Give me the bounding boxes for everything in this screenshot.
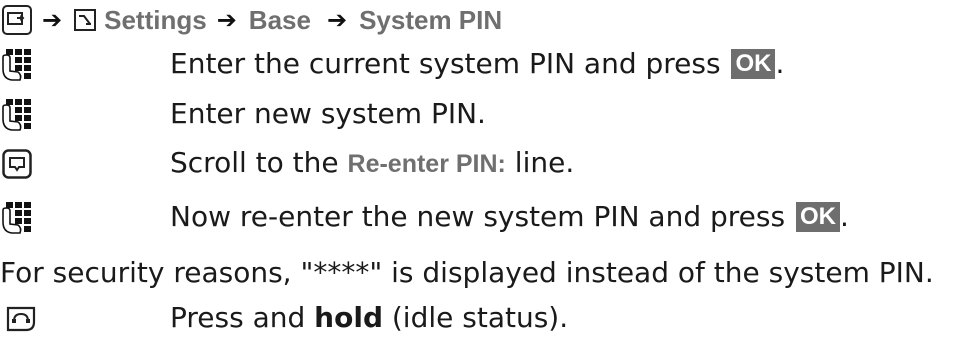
step-text: Scroll to the Re-enter PIN: line. (170, 146, 575, 179)
step-text: Enter the current system PIN and press O… (170, 47, 785, 80)
breadcrumb-settings: Settings (104, 5, 207, 35)
arrow-icon: ➔ (42, 6, 63, 34)
breadcrumb: ➔ Settings ➔ Base ➔ System PIN (0, 0, 502, 40)
step-text: Enter new system PIN. (170, 97, 486, 130)
menu-entry-re-enter-pin: Re-enter PIN: (347, 150, 506, 178)
step-re-enter-pin: Now re-enter the new system PIN and pres… (0, 197, 849, 237)
step-enter-new-pin: Enter new system PIN. (0, 94, 486, 134)
step-enter-current-pin: Enter the current system PIN and press O… (0, 44, 784, 84)
keypad-icon (2, 202, 31, 234)
keypad-icon (2, 49, 31, 81)
ok-softkey: OK (731, 49, 776, 79)
breadcrumb-system-pin: System PIN (359, 5, 503, 35)
breadcrumb-base: Base (248, 5, 311, 35)
ok-softkey: OK (795, 202, 840, 232)
step-scroll: Scroll to the Re-enter PIN: line. (0, 143, 574, 184)
arrow-icon: ➔ (326, 6, 348, 34)
menu-key-icon (2, 5, 32, 35)
end-call-key-icon (6, 306, 36, 332)
security-note: For security reasons, "****" is displaye… (0, 256, 934, 289)
arrow-icon: ➔ (216, 6, 237, 34)
step-text: Now re-enter the new system PIN and pres… (170, 200, 849, 233)
keypad-icon (2, 99, 31, 131)
control-key-down-icon (2, 148, 32, 179)
settings-icon (74, 9, 97, 31)
step-text: Press and hold (idle status). (170, 301, 569, 334)
step-press-hold: Press and hold (idle status). (0, 298, 568, 338)
